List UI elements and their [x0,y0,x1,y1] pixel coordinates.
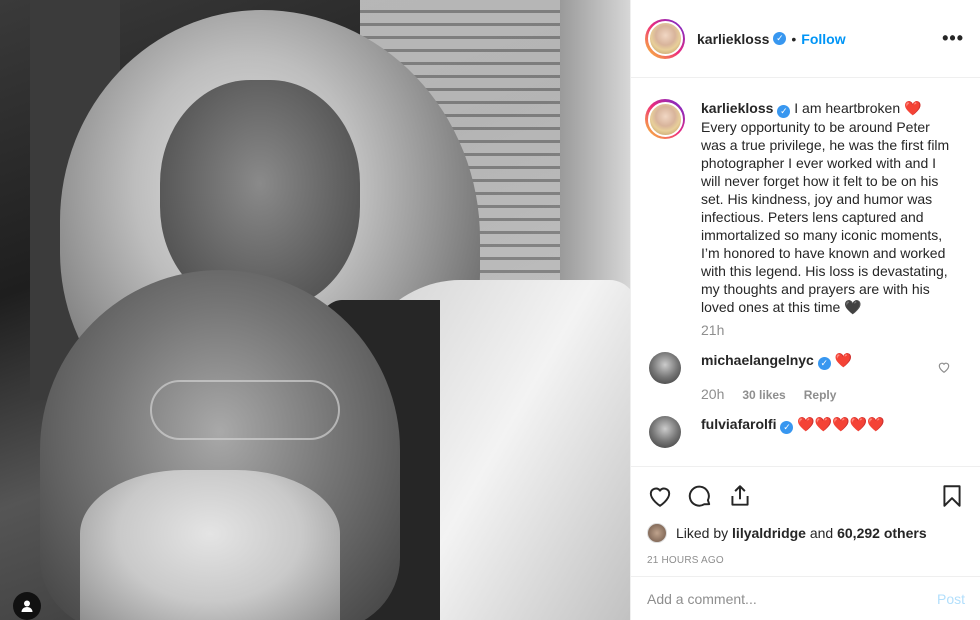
more-options-icon[interactable]: ••• [942,28,964,49]
commenter-username[interactable]: fulviafarolfi [701,416,776,432]
like-comment-heart-icon[interactable] [937,360,951,374]
commenter-avatar[interactable] [649,416,681,448]
likes-prefix: Liked by [676,525,729,541]
verified-badge-icon: ✓ [773,32,787,45]
liker-avatar[interactable] [647,523,667,543]
post-actions: Liked by lilyaldridge and 60,292 others … [631,466,980,576]
likes-count[interactable]: 60,292 others [837,525,927,541]
commenter-username[interactable]: michaelangelnyc [701,352,814,368]
comments-list[interactable]: karliekloss ✓ I am heartbroken ❤️ Every o… [631,79,980,465]
caption-author-avatar[interactable] [645,99,685,139]
like-heart-icon[interactable] [647,483,673,509]
post-comment-button[interactable]: Post [937,591,965,607]
comment-text: ❤️❤️❤️❤️❤️ [797,416,885,432]
liker-username[interactable]: lilyaldridge [732,525,806,541]
save-bookmark-icon[interactable] [939,483,965,509]
verified-badge-icon: ✓ [777,105,791,118]
post-header: karliekloss ✓ • Follow ••• [631,0,980,78]
verified-badge-icon: ✓ [780,421,794,434]
follow-button[interactable]: Follow [801,31,845,47]
tagged-users-icon[interactable] [13,592,41,620]
comment-text: ❤️ [834,352,853,368]
photo-man-beard [80,470,340,620]
post-caption: karliekloss ✓ I am heartbroken ❤️ Every o… [645,99,965,316]
comment-bubble-icon[interactable] [687,483,713,509]
comment-time[interactable]: 20h [701,386,724,402]
caption-time[interactable]: 21h [701,322,965,338]
photo-man-glasses [150,380,340,440]
reply-button[interactable]: Reply [804,388,837,402]
add-comment-input[interactable]: Add a comment... [647,591,937,607]
verified-badge-icon: ✓ [817,357,831,370]
caption-text: I am heartbroken ❤️ Every opportunity to… [701,100,950,315]
separator-dot: • [791,30,797,47]
share-icon[interactable] [727,483,753,509]
post-photo[interactable] [0,0,630,620]
comment-item: michaelangelnyc ✓ ❤️ 20h 30 likes Reply [645,352,965,402]
post-side-panel: karliekloss ✓ • Follow ••• karliekloss ✓ … [630,0,980,620]
likes-and: and [809,525,834,541]
caption-username[interactable]: karliekloss [701,100,773,116]
author-avatar[interactable] [645,18,685,59]
comment-likes[interactable]: 30 likes [742,388,785,402]
likes-summary: Liked by lilyaldridge and 60,292 others [647,523,965,543]
add-comment-bar: Add a comment... Post [631,576,980,620]
posted-time[interactable]: 21 HOURS AGO [647,555,965,566]
comment-item: fulviafarolfi ✓ ❤️❤️❤️❤️❤️ [645,416,965,448]
commenter-avatar[interactable] [649,352,681,384]
author-username[interactable]: karliekloss [697,31,769,47]
